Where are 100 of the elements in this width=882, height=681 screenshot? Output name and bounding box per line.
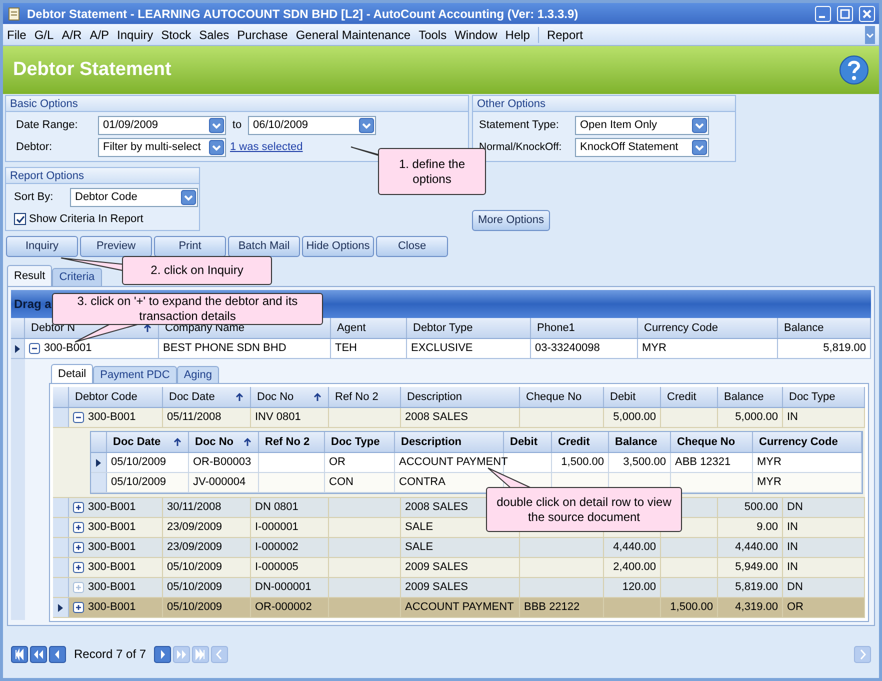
column-header[interactable]: Doc No: [189, 432, 259, 452]
column-header[interactable]: Debtor Type: [407, 318, 531, 338]
column-header[interactable]: Doc No: [251, 387, 329, 407]
action-button[interactable]: Close: [376, 236, 448, 257]
expand-icon[interactable]: [73, 562, 84, 573]
table-cell-text: 4,319.00: [735, 600, 778, 616]
table-cell-text: ABB 12321: [675, 455, 731, 470]
table-row[interactable]: 300-B001 05/10/2009 OR-000002 ACCOUNT PAYMENT BBB 22122 1,500.00 4,319.00 OR: [53, 598, 865, 618]
next-icon[interactable]: [154, 646, 172, 662]
menu-item[interactable]: Sales: [199, 26, 230, 44]
checkbox[interactable]: [14, 213, 26, 226]
table-cell-text: OR: [329, 455, 346, 470]
debtor-filter-dropdown[interactable]: Filter by multi-select: [98, 138, 226, 157]
column-header[interactable]: Ref No 2: [259, 432, 325, 452]
column-header[interactable]: Ref No 2: [329, 387, 401, 407]
column-header[interactable]: Debtor Code: [69, 387, 163, 407]
table-cell-text: MYR: [642, 341, 666, 356]
expand-icon[interactable]: [73, 542, 84, 553]
tab[interactable]: Criteria: [52, 268, 102, 286]
selection-link[interactable]: 1 was selected: [230, 139, 303, 156]
statement-type-dropdown[interactable]: Open Item Only: [575, 116, 709, 135]
table-cell-text: 05/11/2008: [167, 410, 222, 426]
more-options-button[interactable]: More Options: [472, 210, 550, 231]
collapse-icon[interactable]: [73, 412, 84, 423]
expand-icon[interactable]: [73, 502, 84, 513]
previous-icon[interactable]: [49, 646, 66, 662]
tab[interactable]: Aging: [176, 366, 219, 383]
action-button[interactable]: Hide Options: [302, 236, 374, 257]
menu-item[interactable]: Purchase: [237, 26, 288, 44]
checkmark-icon: [16, 214, 24, 224]
collapse-icon[interactable]: [29, 343, 40, 354]
table-row[interactable]: 300-B001 BEST PHONE SDN BHD TEH EXCLUSIVE 03-33240098 MYR 5,819.00: [11, 339, 871, 359]
table-cell-text: 05/10/2009: [167, 600, 222, 616]
column-header[interactable]: Credit: [552, 432, 609, 452]
help-icon[interactable]: [839, 55, 869, 85]
menu-item[interactable]: G/L: [34, 26, 54, 44]
tab[interactable]: Payment PDC: [93, 366, 177, 383]
column-header[interactable]: Cheque No: [520, 387, 604, 407]
expand-icon[interactable]: [73, 522, 84, 533]
menu-item[interactable]: Window: [454, 26, 498, 44]
first-icon[interactable]: [11, 646, 28, 662]
menu-item[interactable]: File: [7, 26, 26, 44]
sort-by-dropdown[interactable]: Debtor Code: [70, 188, 198, 207]
table-row[interactable]: 300-B001 05/10/2009 I-000005 2009 SALES 2,400.00 5,949.00 IN: [53, 558, 865, 578]
table-row[interactable]: 300-B001 23/09/2009 I-000002 SALE 4,440.00 4,440.00 IN: [53, 538, 865, 558]
chevron-down-icon[interactable]: [865, 26, 875, 44]
table-cell-text: IN: [787, 520, 798, 536]
column-header[interactable]: Phone1: [531, 318, 638, 338]
table-cell-text: 2009 SALES: [405, 560, 468, 576]
close-icon[interactable]: [859, 6, 875, 22]
column-header[interactable]: Doc Date: [107, 432, 189, 452]
table-cell-text: 300-B001: [88, 560, 136, 576]
column-header[interactable]: Cheque No: [671, 432, 753, 452]
column-header[interactable]: Description: [395, 432, 504, 452]
column-header[interactable]: Doc Type: [783, 387, 865, 407]
menu-item[interactable]: Help: [505, 26, 530, 44]
column-header[interactable]: Balance: [778, 318, 871, 338]
column-header[interactable]: Credit: [661, 387, 718, 407]
menu-item[interactable]: Tools: [418, 26, 447, 44]
tab[interactable]: Result: [7, 265, 52, 286]
column-header[interactable]: Description: [401, 387, 520, 407]
table-cell-text: 5,819.00: [735, 580, 778, 596]
column-header[interactable]: Doc Date: [163, 387, 251, 407]
table-cell-text: 05/10/2009: [111, 455, 166, 470]
column-header[interactable]: Debit: [504, 432, 552, 452]
table-cell-text: 4,440.00: [613, 540, 656, 556]
table-row[interactable]: 05/10/2009 JV-000004 CON CONTRA MYR: [91, 473, 862, 493]
action-button[interactable]: Print: [154, 236, 226, 257]
menu-item[interactable]: A/P: [90, 26, 110, 44]
menu-item[interactable]: Report: [546, 26, 583, 44]
column-header[interactable]: Debit: [604, 387, 661, 407]
date-field[interactable]: 01/09/2009: [98, 116, 226, 135]
column-header[interactable]: Doc Type: [325, 432, 395, 452]
table-cell-text: 1,500.00: [670, 600, 713, 616]
column-header[interactable]: Agent: [331, 318, 407, 338]
table-row[interactable]: 05/10/2009 OR-B00003 OR ACCOUNT PAYMENT 1,500.00 3,500.00 ABB 12321 MYR: [91, 453, 862, 473]
menu-item[interactable]: General Maintenance: [296, 26, 411, 44]
action-button[interactable]: Preview: [80, 236, 152, 257]
date-field[interactable]: 06/10/2009: [248, 116, 376, 135]
column-header[interactable]: Balance: [718, 387, 783, 407]
column-header[interactable]: Balance: [609, 432, 671, 452]
minimize-icon[interactable]: [815, 6, 831, 22]
menu-item[interactable]: Stock: [161, 26, 192, 44]
chevron-down-icon: [359, 118, 374, 133]
group-title: Other Options: [473, 96, 735, 112]
previous-page-icon[interactable]: [30, 646, 47, 662]
action-button[interactable]: Inquiry: [6, 236, 78, 257]
menu-item[interactable]: Inquiry: [117, 26, 154, 44]
maximize-icon[interactable]: [837, 6, 853, 22]
expand-icon[interactable]: [73, 602, 84, 613]
table-cell-text: 2,400.00: [613, 560, 656, 576]
knockoff-dropdown[interactable]: KnockOff Statement: [575, 138, 709, 157]
action-button[interactable]: Batch Mail: [228, 236, 300, 257]
tab[interactable]: Detail: [51, 364, 94, 383]
table-row[interactable]: 300-B001 05/11/2008 INV 0801 2008 SALES 5,000.00 5,000.00 IN: [53, 408, 865, 428]
table-cell-text: MYR: [757, 455, 782, 470]
table-cell-text: 5,949.00: [735, 560, 778, 576]
column-header[interactable]: Currency Code: [753, 432, 862, 452]
column-header[interactable]: Currency Code: [638, 318, 778, 338]
menu-item[interactable]: A/R: [62, 26, 82, 44]
